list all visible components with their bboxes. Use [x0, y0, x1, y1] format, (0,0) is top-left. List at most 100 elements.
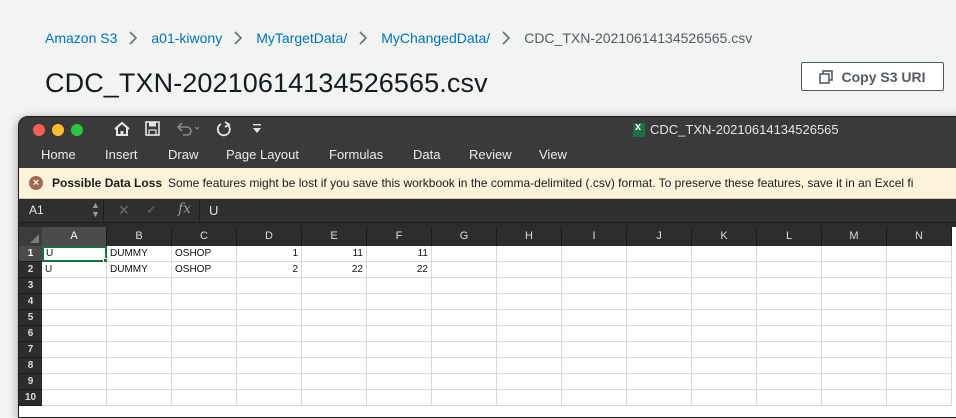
customize-toolbar-icon[interactable] [252, 121, 262, 140]
cell-a9[interactable] [42, 374, 107, 390]
cell-d2[interactable]: 2 [237, 262, 302, 278]
cell-j2[interactable] [627, 262, 692, 278]
cell-j9[interactable] [627, 374, 692, 390]
cell-d8[interactable] [237, 358, 302, 374]
cell-b5[interactable] [107, 310, 172, 326]
cell-l7[interactable] [757, 342, 822, 358]
cell-j5[interactable] [627, 310, 692, 326]
cell-b8[interactable] [107, 358, 172, 374]
breadcrumb-item-amazon-s3[interactable]: Amazon S3 [45, 30, 117, 46]
cell-d6[interactable] [237, 326, 302, 342]
cell-a8[interactable] [42, 358, 107, 374]
cell-m7[interactable] [822, 342, 887, 358]
cell-i5[interactable] [562, 310, 627, 326]
cell-c8[interactable] [172, 358, 237, 374]
row-header-3[interactable]: 3 [19, 278, 42, 294]
cell-a3[interactable] [42, 278, 107, 294]
cell-d4[interactable] [237, 294, 302, 310]
column-header-h[interactable]: H [497, 227, 562, 246]
cell-b9[interactable] [107, 374, 172, 390]
cell-l4[interactable] [757, 294, 822, 310]
column-header-i[interactable]: I [562, 227, 627, 246]
cell-k1[interactable] [692, 246, 757, 262]
cell-l6[interactable] [757, 326, 822, 342]
cell-b6[interactable] [107, 326, 172, 342]
cell-b3[interactable] [107, 278, 172, 294]
cell-h8[interactable] [497, 358, 562, 374]
column-header-l[interactable]: L [757, 227, 822, 246]
cell-m8[interactable] [822, 358, 887, 374]
cell-h5[interactable] [497, 310, 562, 326]
cell-h2[interactable] [497, 262, 562, 278]
cell-i4[interactable] [562, 294, 627, 310]
cell-g5[interactable] [432, 310, 497, 326]
cell-g1[interactable] [432, 246, 497, 262]
cell-d3[interactable] [237, 278, 302, 294]
cell-h1[interactable] [497, 246, 562, 262]
breadcrumb-item-folder-target[interactable]: MyTargetData/ [256, 30, 347, 46]
cell-a2[interactable]: U [42, 262, 107, 278]
cell-h4[interactable] [497, 294, 562, 310]
cell-g6[interactable] [432, 326, 497, 342]
column-header-k[interactable]: K [692, 227, 757, 246]
cell-j3[interactable] [627, 278, 692, 294]
cell-c3[interactable] [172, 278, 237, 294]
column-header-f[interactable]: F [367, 227, 432, 246]
cell-g7[interactable] [432, 342, 497, 358]
cell-f3[interactable] [367, 278, 432, 294]
cell-g3[interactable] [432, 278, 497, 294]
cell-l5[interactable] [757, 310, 822, 326]
row-header-9[interactable]: 9 [19, 374, 42, 390]
row-header-2[interactable]: 2 [19, 262, 42, 278]
cell-c7[interactable] [172, 342, 237, 358]
cell-c2[interactable]: OSHOP [172, 262, 237, 278]
cell-m1[interactable] [822, 246, 887, 262]
cell-l1[interactable] [757, 246, 822, 262]
cell-n9[interactable] [887, 374, 952, 390]
cell-f2[interactable]: 22 [367, 262, 432, 278]
cell-n6[interactable] [887, 326, 952, 342]
column-header-j[interactable]: J [627, 227, 692, 246]
breadcrumb-item-folder-changed[interactable]: MyChangedData/ [381, 30, 490, 46]
cell-f8[interactable] [367, 358, 432, 374]
column-header-c[interactable]: C [172, 227, 237, 246]
cell-e1[interactable]: 11 [302, 246, 367, 262]
cell-k2[interactable] [692, 262, 757, 278]
cell-m9[interactable] [822, 374, 887, 390]
breadcrumb-item-bucket[interactable]: a01-kiwony [151, 30, 222, 46]
row-header-1[interactable]: 1 [19, 246, 42, 262]
column-header-d[interactable]: D [237, 227, 302, 246]
cell-k9[interactable] [692, 374, 757, 390]
column-header-a[interactable]: A [42, 227, 107, 246]
tab-formulas[interactable]: Formulas [329, 147, 383, 162]
name-box-stepper-icon[interactable]: ▲ ▼ [91, 201, 100, 219]
cell-h6[interactable] [497, 326, 562, 342]
cell-c1[interactable]: OSHOP [172, 246, 237, 262]
name-box[interactable]: A1 [29, 203, 44, 217]
column-header-b[interactable]: B [107, 227, 172, 246]
cell-e6[interactable] [302, 326, 367, 342]
cell-d9[interactable] [237, 374, 302, 390]
window-maximize-button[interactable] [71, 124, 83, 136]
tab-view[interactable]: View [539, 147, 567, 162]
cell-n5[interactable] [887, 310, 952, 326]
cell-c5[interactable] [172, 310, 237, 326]
window-minimize-button[interactable] [52, 124, 64, 136]
row-header-8[interactable]: 8 [19, 358, 42, 374]
save-icon[interactable] [145, 121, 160, 141]
cell-n4[interactable] [887, 294, 952, 310]
cell-h3[interactable] [497, 278, 562, 294]
home-icon[interactable] [113, 121, 131, 142]
cell-e8[interactable] [302, 358, 367, 374]
cell-k4[interactable] [692, 294, 757, 310]
cell-l3[interactable] [757, 278, 822, 294]
cell-a1[interactable]: U [42, 246, 107, 262]
tab-insert[interactable]: Insert [105, 147, 138, 162]
cell-j7[interactable] [627, 342, 692, 358]
cell-j4[interactable] [627, 294, 692, 310]
tab-draw[interactable]: Draw [168, 147, 198, 162]
cell-m4[interactable] [822, 294, 887, 310]
cell-c4[interactable] [172, 294, 237, 310]
window-close-button[interactable] [33, 124, 45, 136]
cell-g2[interactable] [432, 262, 497, 278]
